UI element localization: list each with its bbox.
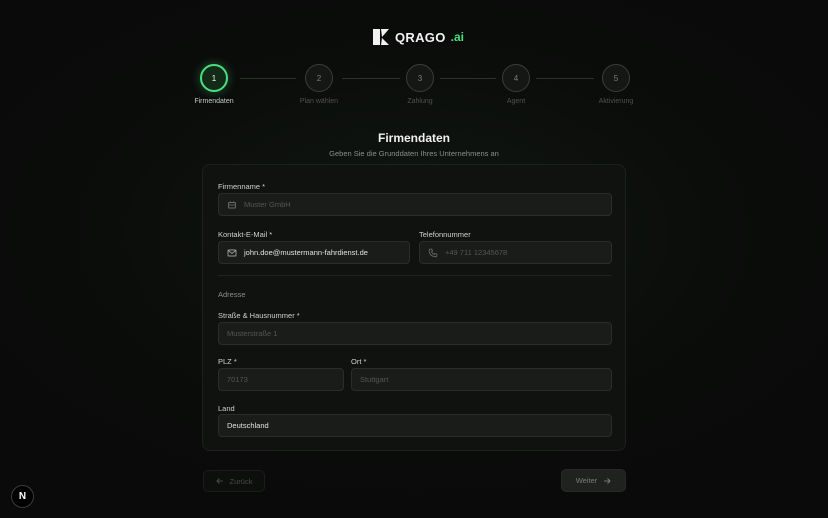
page-title: Firmendaten bbox=[377, 131, 450, 145]
country-input[interactable]: Deutschland bbox=[218, 414, 612, 437]
company-name-placeholder: Muster GmbH bbox=[244, 200, 291, 209]
street-label: Straße & Hausnummer * bbox=[218, 311, 300, 320]
section-divider bbox=[218, 275, 612, 276]
brand-mark-icon bbox=[373, 29, 389, 45]
zip-input[interactable]: 70173 bbox=[218, 368, 344, 391]
phone-label: Telefonnummer bbox=[419, 230, 471, 239]
building-icon bbox=[228, 201, 236, 208]
dev-tools-badge[interactable]: N bbox=[11, 485, 34, 508]
step-agent[interactable]: 4 Agent bbox=[476, 63, 556, 105]
company-form-card: Firmenname * Muster GmbH Kontakt-E-Mail … bbox=[202, 164, 626, 451]
step-label: Aktivierung bbox=[598, 98, 634, 105]
brand-suffix: .ai bbox=[450, 30, 464, 44]
company-name-input[interactable]: Muster GmbH bbox=[218, 193, 612, 216]
city-input[interactable]: Stuttgart bbox=[351, 368, 612, 391]
address-section-label: Adresse bbox=[218, 290, 246, 299]
step-label: Agent bbox=[506, 98, 526, 105]
step-number: 3 bbox=[406, 64, 434, 92]
back-button[interactable]: Zurück bbox=[203, 470, 265, 492]
city-placeholder: Stuttgart bbox=[360, 375, 389, 384]
country-value: Deutschland bbox=[227, 421, 269, 430]
phone-icon bbox=[428, 248, 438, 257]
step-firmendaten[interactable]: 1 Firmendaten bbox=[174, 63, 254, 105]
next-button[interactable]: Weiter bbox=[561, 469, 626, 492]
progress-stepper: 1 Firmendaten 2 Plan wählen 3 Zahlung 4 … bbox=[0, 63, 828, 113]
street-input[interactable]: Musterstraße 1 bbox=[218, 322, 612, 345]
step-aktivierung[interactable]: 5 Aktivierung bbox=[576, 63, 656, 105]
page-subtitle: Geben Sie die Grunddaten Ihres Unternehm… bbox=[329, 149, 499, 158]
zip-label: PLZ * bbox=[218, 357, 237, 366]
email-label: Kontakt-E-Mail * bbox=[218, 230, 273, 239]
mail-icon bbox=[227, 249, 237, 256]
phone-placeholder: +49 711 12345678 bbox=[445, 248, 508, 257]
street-placeholder: Musterstraße 1 bbox=[227, 329, 278, 338]
step-number: 2 bbox=[305, 64, 333, 92]
city-label: Ort * bbox=[351, 357, 367, 366]
email-input[interactable]: john.doe@mustermann-fahrdienst.de bbox=[218, 241, 410, 264]
country-label: Land bbox=[218, 404, 235, 413]
next-button-label: Weiter bbox=[575, 476, 598, 485]
arrow-left-icon bbox=[215, 478, 223, 484]
brand-logo: QRAGO .ai bbox=[372, 27, 464, 47]
step-number: 5 bbox=[602, 64, 630, 92]
email-value: john.doe@mustermann-fahrdienst.de bbox=[244, 248, 368, 257]
step-label: Zahlung bbox=[407, 98, 433, 105]
step-number: 4 bbox=[502, 64, 530, 92]
arrow-right-icon bbox=[604, 477, 611, 484]
phone-input[interactable]: +49 711 12345678 bbox=[419, 241, 612, 264]
zip-placeholder: 70173 bbox=[227, 375, 248, 384]
step-plan[interactable]: 2 Plan wählen bbox=[279, 63, 359, 105]
company-name-label: Firmenname * bbox=[218, 182, 266, 191]
step-label: Firmendaten bbox=[194, 98, 234, 105]
brand-name: QRAGO bbox=[395, 29, 446, 45]
step-label: Plan wählen bbox=[299, 98, 339, 105]
step-number: 1 bbox=[200, 64, 228, 92]
step-zahlung[interactable]: 3 Zahlung bbox=[380, 63, 460, 105]
back-button-label: Zurück bbox=[229, 476, 253, 486]
